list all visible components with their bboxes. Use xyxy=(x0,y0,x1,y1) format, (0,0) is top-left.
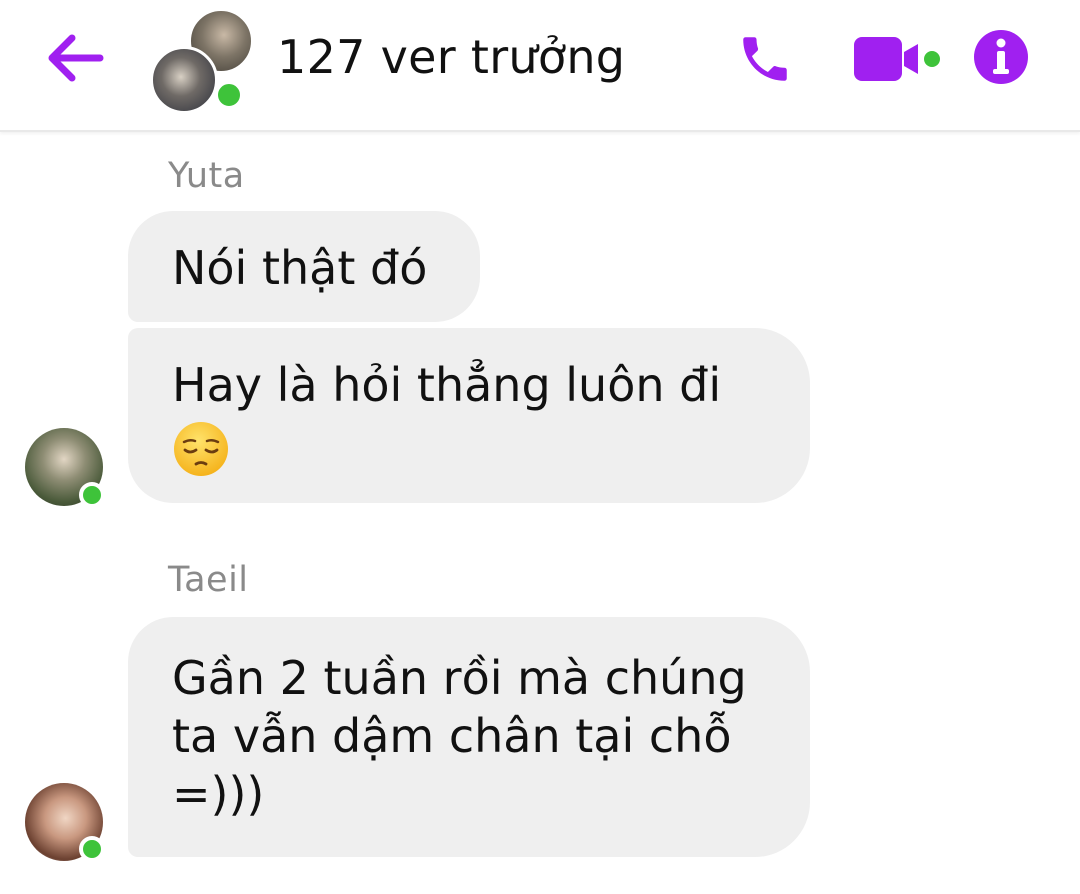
member-avatar xyxy=(150,46,218,114)
group-avatar[interactable] xyxy=(150,6,254,114)
message-bubble[interactable]: Gần 2 tuần rồi mà chúng ta vẫn dậm chân … xyxy=(128,617,810,857)
back-button[interactable] xyxy=(44,28,108,88)
sender-name: Yuta xyxy=(168,156,245,196)
message-bubble[interactable]: Hay là hỏi thẳng luôn đi xyxy=(128,328,810,503)
online-indicator xyxy=(79,836,105,862)
sender-name: Taeil xyxy=(168,560,249,600)
online-indicator xyxy=(79,482,105,508)
video-call-button[interactable] xyxy=(852,34,944,84)
message-text: Hay là hỏi thẳng luôn đi xyxy=(172,358,722,412)
online-indicator xyxy=(214,80,244,110)
message-text: Nói thật đó xyxy=(172,241,428,295)
message-bubble[interactable]: Nói thật đó xyxy=(128,211,480,322)
conversation-info-button[interactable] xyxy=(972,28,1030,86)
pensive-face-icon xyxy=(172,420,230,478)
info-icon xyxy=(974,30,1028,84)
arrow-left-icon xyxy=(48,34,104,82)
message-text: Gần 2 tuần rồi mà chúng ta vẫn dậm chân … xyxy=(172,651,747,821)
conversation-header: 127 ver trưởng xyxy=(0,0,1080,132)
phone-icon xyxy=(743,37,787,81)
conversation-title[interactable]: 127 ver trưởng xyxy=(277,30,625,84)
voice-call-button[interactable] xyxy=(736,30,794,88)
video-camera-icon xyxy=(854,37,940,81)
